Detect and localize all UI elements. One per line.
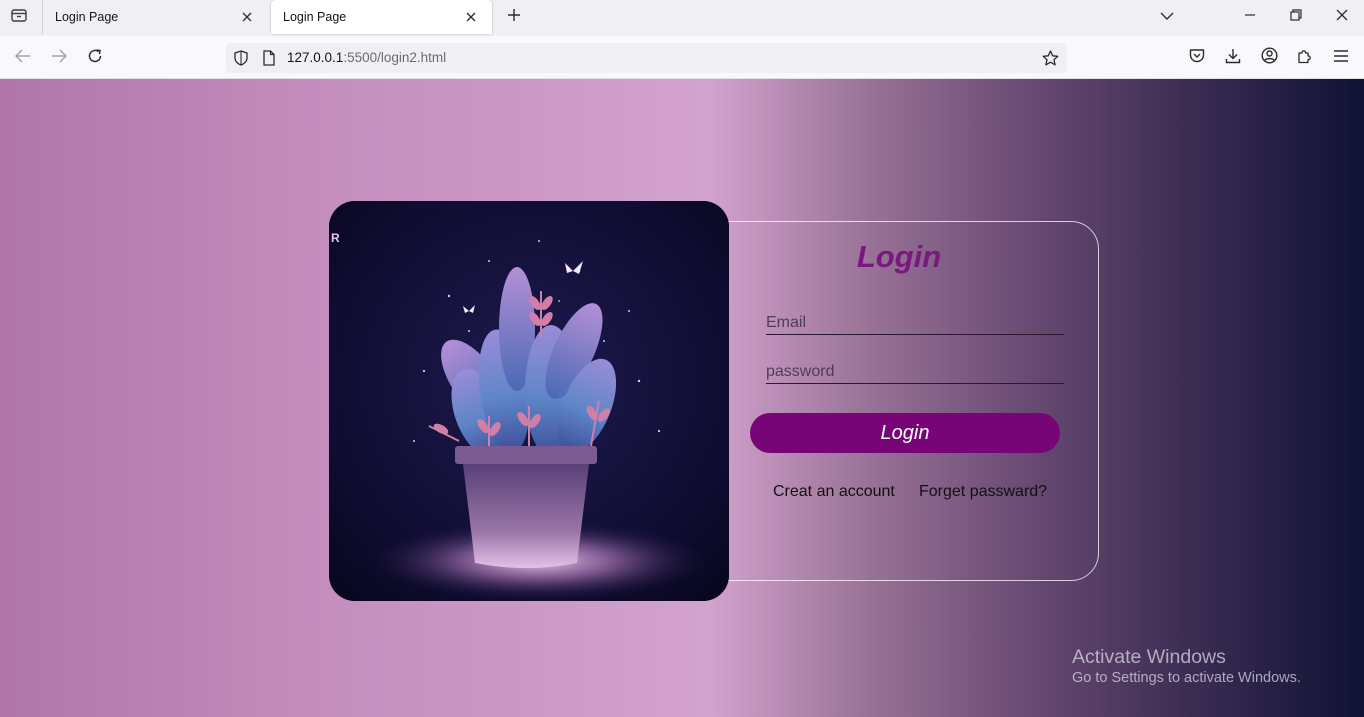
close-window-button[interactable] <box>1328 4 1356 30</box>
login-form-card: Login Login Creat an account Forget pass… <box>690 221 1099 581</box>
close-icon <box>1336 8 1348 26</box>
activate-windows-title: Activate Windows <box>1072 646 1226 668</box>
page-icon[interactable] <box>260 49 278 67</box>
list-all-tabs-button[interactable] <box>1153 4 1181 30</box>
chevron-down-icon <box>1160 8 1174 26</box>
tab-title: Login Page <box>283 10 347 24</box>
tab-list-button[interactable] <box>6 5 32 29</box>
downloads-button[interactable] <box>1220 45 1246 71</box>
tab-bar: Login Page Login Page <box>0 0 1364 36</box>
tab-title: Login Page <box>55 10 119 24</box>
close-icon[interactable] <box>462 8 480 26</box>
extensions-button[interactable] <box>1292 45 1318 71</box>
tab-login-page-1[interactable]: Login Page <box>42 0 268 34</box>
password-input[interactable] <box>766 362 1064 384</box>
folder-tabs-icon <box>11 8 27 27</box>
url-text[interactable]: 127.0.0.1:5500/login2.html <box>287 50 446 65</box>
address-bar[interactable]: 127.0.0.1:5500/login2.html <box>226 43 1067 73</box>
download-icon <box>1225 48 1241 69</box>
login-title: Login <box>856 239 942 274</box>
url-host: 127.0.0.1 <box>287 50 344 65</box>
tab-login-page-2[interactable]: Login Page <box>271 0 492 34</box>
arrow-left-icon <box>14 48 31 68</box>
plant-pot <box>455 446 597 568</box>
corner-logo-text: R <box>331 231 340 245</box>
back-button[interactable] <box>10 45 36 71</box>
hamburger-menu-icon <box>1333 49 1349 68</box>
new-tab-button[interactable] <box>502 5 526 29</box>
plant-illustration: R <box>329 201 729 601</box>
account-icon <box>1260 47 1278 69</box>
menu-button[interactable] <box>1328 45 1354 71</box>
shield-icon[interactable] <box>232 49 250 67</box>
pocket-icon <box>1189 48 1205 68</box>
minimize-icon <box>1244 8 1256 26</box>
account-button[interactable] <box>1256 45 1282 71</box>
arrow-right-icon <box>51 48 68 68</box>
star-icon[interactable] <box>1041 49 1059 67</box>
plus-icon <box>507 8 521 27</box>
reload-button[interactable] <box>82 45 108 71</box>
puzzle-icon <box>1297 48 1313 69</box>
email-input[interactable] <box>766 313 1064 335</box>
close-icon[interactable] <box>238 8 256 26</box>
create-account-link[interactable]: Creat an account <box>773 483 895 501</box>
login-button[interactable]: Login <box>750 413 1060 453</box>
restore-icon <box>1290 8 1302 26</box>
pocket-button[interactable] <box>1184 45 1210 71</box>
reload-icon <box>87 48 103 69</box>
forgot-password-link[interactable]: Forget passward? <box>919 483 1047 501</box>
restore-button[interactable] <box>1282 4 1310 30</box>
minimize-button[interactable] <box>1236 4 1264 30</box>
page-viewport: Login Login Creat an account Forget pass… <box>0 79 1364 717</box>
navigation-toolbar: 127.0.0.1:5500/login2.html <box>0 36 1364 79</box>
url-path: :5500/login2.html <box>343 50 447 65</box>
activate-windows-subtitle: Go to Settings to activate Windows. <box>1072 670 1301 686</box>
forward-button[interactable] <box>46 45 72 71</box>
